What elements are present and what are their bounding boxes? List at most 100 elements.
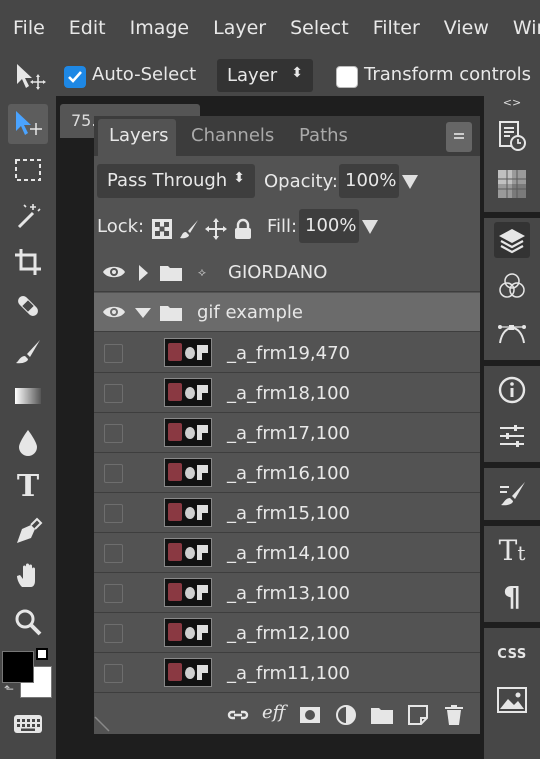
- layer-thumbnail: [164, 418, 212, 447]
- marquee-tool-button[interactable]: [8, 150, 48, 190]
- dock-group-info: [484, 366, 540, 462]
- layer-row[interactable]: _a_frm14,100: [94, 534, 480, 573]
- visibility-toggle[interactable]: [104, 504, 123, 523]
- menu-image[interactable]: Image: [130, 17, 190, 39]
- layer-row[interactable]: _a_frm16,100: [94, 454, 480, 493]
- opacity-dropdown-arrow-icon[interactable]: [402, 175, 418, 189]
- visibility-toggle[interactable]: [104, 664, 123, 683]
- brush-settings-button[interactable]: [494, 476, 530, 512]
- folder-icon: [160, 306, 182, 321]
- transform-controls-checkbox[interactable]: [336, 66, 358, 88]
- lock-all-icon[interactable]: [232, 218, 254, 240]
- move-tool-button[interactable]: [8, 104, 48, 144]
- gradient-tool-button[interactable]: [8, 376, 48, 416]
- channels-panel-button[interactable]: [494, 268, 530, 304]
- link-layers-icon[interactable]: [226, 704, 250, 726]
- menu-view[interactable]: View: [444, 17, 489, 39]
- chevron-down-icon[interactable]: [134, 307, 152, 319]
- adjustments-panel-button[interactable]: [494, 418, 530, 454]
- tab-channels[interactable]: Channels: [191, 125, 274, 146]
- blend-mode-dropdown[interactable]: Pass Through ⬍: [97, 164, 255, 198]
- fill-input[interactable]: 100%: [299, 209, 359, 243]
- fill-dropdown-arrow-icon[interactable]: [362, 220, 378, 234]
- layer-group-row[interactable]: ⟡ GIORDANO: [94, 253, 480, 292]
- info-panel-button[interactable]: [494, 372, 530, 408]
- layer-row[interactable]: _a_frm19,470: [94, 334, 480, 373]
- layer-row[interactable]: _a_frm15,100: [94, 494, 480, 533]
- adjustment-layer-icon[interactable]: [334, 704, 358, 726]
- swap-colors-icon[interactable]: ⬑: [4, 682, 14, 696]
- brush-settings-icon: [500, 482, 525, 506]
- opacity-label: Opacity:: [264, 171, 338, 192]
- paths-panel-button[interactable]: [494, 314, 530, 350]
- visibility-toggle[interactable]: [104, 624, 123, 643]
- lock-pixels-brush-icon[interactable]: [178, 218, 200, 240]
- resize-grip-icon[interactable]: [94, 716, 110, 732]
- layer-name: _a_frm19,470: [227, 343, 350, 364]
- crop-tool-button[interactable]: [8, 242, 48, 282]
- image-panel-button[interactable]: [494, 682, 530, 718]
- layers-panel-button[interactable]: [494, 222, 530, 258]
- visibility-toggle[interactable]: [104, 344, 123, 363]
- menu-file[interactable]: File: [13, 17, 45, 39]
- zoom-tool-button[interactable]: [8, 602, 48, 642]
- lock-position-icon[interactable]: [205, 218, 227, 240]
- menu-select[interactable]: Select: [290, 17, 349, 39]
- tab-paths[interactable]: Paths: [299, 125, 348, 146]
- new-layer-icon[interactable]: [406, 704, 430, 726]
- visibility-eye-icon[interactable]: [102, 263, 126, 281]
- default-colors-icon[interactable]: [36, 648, 48, 660]
- menu-edit[interactable]: Edit: [69, 17, 106, 39]
- water-drop-icon: [19, 430, 37, 456]
- auto-select-target-dropdown[interactable]: Layer ⬍: [217, 59, 313, 92]
- visibility-toggle[interactable]: [104, 384, 123, 403]
- visibility-toggle[interactable]: [104, 584, 123, 603]
- brush-tool-button[interactable]: [8, 332, 48, 372]
- auto-select-label: Auto-Select: [92, 64, 197, 85]
- css-panel-button[interactable]: CSS: [494, 636, 530, 672]
- color-swatches[interactable]: ⬑: [2, 648, 54, 700]
- auto-select-checkbox[interactable]: [64, 66, 86, 88]
- add-mask-icon[interactable]: [298, 704, 322, 726]
- type-tool-button[interactable]: T: [8, 466, 48, 506]
- layer-name: _a_frm16,100: [227, 463, 350, 484]
- move-tool-icon: [17, 64, 46, 90]
- healing-tool-button[interactable]: [8, 286, 48, 326]
- layer-name: _a_frm11,100: [227, 663, 350, 684]
- layer-row[interactable]: _a_frm18,100: [94, 374, 480, 413]
- menu-window[interactable]: Wind: [513, 17, 540, 39]
- blur-tool-button[interactable]: [8, 422, 48, 462]
- lock-transparency-icon[interactable]: [151, 218, 173, 240]
- menu-layer[interactable]: Layer: [213, 17, 266, 39]
- layer-group-row-selected[interactable]: gif example: [94, 293, 480, 332]
- visibility-eye-icon[interactable]: [102, 303, 126, 321]
- chevron-right-icon[interactable]: [137, 264, 149, 282]
- panel-menu-button[interactable]: [446, 122, 472, 152]
- visibility-toggle[interactable]: [104, 464, 123, 483]
- dock-collapse-toggle[interactable]: <>: [484, 96, 540, 114]
- keyboard-button[interactable]: [8, 704, 48, 744]
- transform-controls-label: Transform controls: [364, 64, 532, 85]
- swatches-button[interactable]: [494, 166, 530, 202]
- opacity-input[interactable]: 100%: [339, 164, 399, 198]
- magic-wand-tool-button[interactable]: [8, 196, 48, 236]
- layer-row[interactable]: _a_frm17,100: [94, 414, 480, 453]
- paragraph-panel-button[interactable]: ¶: [494, 578, 530, 614]
- pen-tool-button[interactable]: [8, 512, 48, 552]
- menu-filter[interactable]: Filter: [373, 17, 420, 39]
- character-panel-button[interactable]: Tt: [494, 532, 530, 568]
- trash-icon[interactable]: [442, 704, 466, 726]
- layer-thumbnail: [164, 538, 212, 567]
- history-button[interactable]: [494, 118, 530, 154]
- foreground-color-swatch[interactable]: [2, 651, 34, 683]
- hand-tool-button[interactable]: [8, 556, 48, 596]
- layer-row[interactable]: _a_frm11,100: [94, 654, 480, 693]
- layer-row[interactable]: _a_frm12,100: [94, 614, 480, 653]
- tab-layers[interactable]: Layers: [109, 125, 169, 146]
- layer-row[interactable]: _a_frm13,100: [94, 574, 480, 613]
- new-group-folder-icon[interactable]: [370, 704, 394, 726]
- visibility-toggle[interactable]: [104, 424, 123, 443]
- visibility-toggle[interactable]: [104, 544, 123, 563]
- layer-effects-button[interactable]: eff: [262, 702, 285, 723]
- layer-name: _a_frm14,100: [227, 543, 350, 564]
